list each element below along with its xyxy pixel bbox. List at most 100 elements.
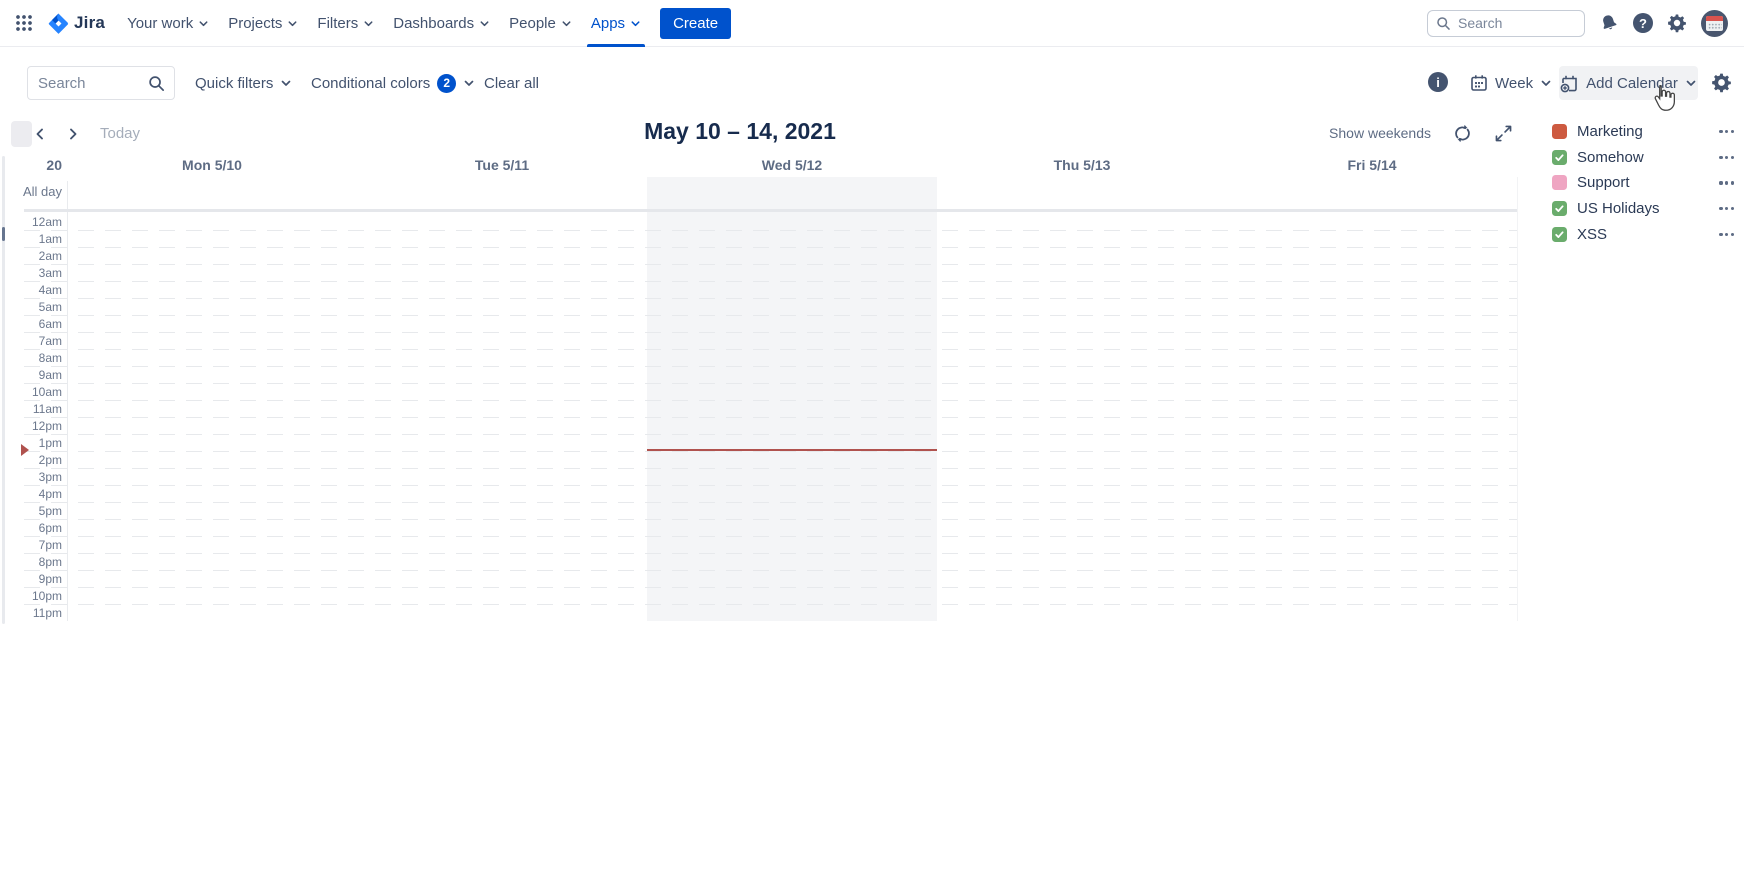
- app-switcher-icon[interactable]: [16, 15, 33, 32]
- nav-item-label: Apps: [591, 15, 625, 32]
- add-calendar-label: Add Calendar: [1586, 75, 1678, 92]
- calendar-options-ellipsis-button[interactable]: [1715, 177, 1738, 188]
- avatar-calendar-graphic: [1706, 16, 1723, 31]
- expand-fullscreen-icon[interactable]: [1493, 122, 1515, 144]
- time-label: 7pm: [0, 537, 62, 554]
- hour-grid-line: [24, 485, 1517, 486]
- notifications-bell-icon[interactable]: [1599, 13, 1619, 33]
- jira-logo[interactable]: Jira: [48, 13, 105, 34]
- calendar-name[interactable]: Support: [1577, 174, 1630, 191]
- view-selector-dropdown[interactable]: Week: [1470, 72, 1552, 94]
- time-label: 8am: [0, 350, 62, 367]
- time-label: 12am: [0, 214, 62, 231]
- time-label: 6pm: [0, 520, 62, 537]
- hour-grid-line: [24, 264, 1517, 265]
- time-label: 5pm: [0, 503, 62, 520]
- nav-item-dashboards[interactable]: Dashboards: [393, 0, 490, 47]
- day-header: Fri 5/14: [1227, 157, 1517, 173]
- conditional-colors-dropdown[interactable]: Conditional colors 2: [311, 72, 475, 94]
- hour-grid-line: [24, 468, 1517, 469]
- calendar-list-item: XSS: [1540, 221, 1744, 247]
- week-number: 20: [0, 157, 62, 173]
- add-calendar-button[interactable]: Add Calendar: [1559, 66, 1698, 100]
- calendar-name[interactable]: XSS: [1577, 226, 1607, 243]
- calendar-title: May 10 – 14, 2021: [540, 118, 940, 145]
- calendar-options-ellipsis-button[interactable]: [1715, 203, 1738, 214]
- hour-grid-line: [24, 519, 1517, 520]
- prev-week-button[interactable]: [28, 122, 52, 146]
- chevron-left-icon: [33, 127, 47, 141]
- time-label: 7am: [0, 333, 62, 350]
- chevron-down-icon: [1685, 77, 1697, 89]
- current-time-arrow-icon: [21, 444, 29, 456]
- hour-grid-line: [24, 570, 1517, 571]
- show-weekends-button[interactable]: Show weekends: [1329, 125, 1431, 141]
- nav-item-filters[interactable]: Filters: [317, 0, 374, 47]
- calendar-checkbox[interactable]: [1552, 227, 1567, 242]
- calendar-options-ellipsis-button[interactable]: [1715, 229, 1738, 240]
- time-label: 10pm: [0, 588, 62, 605]
- time-label: 1pm: [0, 435, 62, 452]
- chevron-down-icon: [198, 18, 209, 29]
- clear-all-label: Clear all: [484, 75, 539, 92]
- create-button[interactable]: Create: [660, 8, 731, 39]
- calendar-search[interactable]: [27, 66, 175, 100]
- calendar-checkbox[interactable]: [1552, 124, 1567, 139]
- calendar-settings-gear-icon[interactable]: [1711, 72, 1732, 93]
- calendar-name[interactable]: Somehow: [1577, 149, 1644, 166]
- current-time-indicator: [647, 449, 937, 451]
- calendar-checkbox[interactable]: [1552, 150, 1567, 165]
- nav-item-people[interactable]: People: [509, 0, 572, 47]
- calendar-options-ellipsis-button[interactable]: [1715, 152, 1738, 163]
- nav-item-apps[interactable]: Apps: [591, 0, 641, 47]
- calendar-options-ellipsis-button[interactable]: [1715, 126, 1738, 137]
- calendar-name[interactable]: Marketing: [1577, 123, 1643, 140]
- check-icon: [1554, 203, 1565, 214]
- hour-grid-line: [24, 451, 1517, 452]
- refresh-icon[interactable]: [1452, 122, 1474, 144]
- time-label: 6am: [0, 316, 62, 333]
- view-selector-label: Week: [1495, 75, 1533, 92]
- time-label: 9pm: [0, 571, 62, 588]
- time-label: 4am: [0, 282, 62, 299]
- top-navigation: Jira Your work Projects Filters Dashboar…: [0, 0, 1744, 47]
- time-label: 12pm: [0, 418, 62, 435]
- calendar-checkbox[interactable]: [1552, 175, 1567, 190]
- chevron-down-icon: [561, 18, 572, 29]
- calendar-list-item: Support: [1540, 170, 1744, 196]
- time-label: 1am: [0, 231, 62, 248]
- info-icon[interactable]: i: [1428, 72, 1448, 92]
- hour-grid-line: [24, 281, 1517, 282]
- time-label: 9am: [0, 367, 62, 384]
- hour-grid-line: [24, 315, 1517, 316]
- day-header: Tue 5/11: [357, 157, 647, 173]
- day-header: Mon 5/10: [67, 157, 357, 173]
- time-label: 11am: [0, 401, 62, 418]
- time-label: 11pm: [0, 605, 62, 622]
- nav-item-label: People: [509, 15, 556, 32]
- clear-all-button[interactable]: Clear all: [484, 72, 539, 94]
- hour-grid-line: [24, 604, 1517, 605]
- hour-grid-line: [24, 417, 1517, 418]
- today-button[interactable]: Today: [100, 125, 140, 142]
- grid-right-border: [1517, 177, 1518, 621]
- nav-item-label: Filters: [317, 15, 358, 32]
- chevron-down-icon: [463, 77, 475, 89]
- calendars-list: Marketing Somehow Support US Holidays XSS: [1540, 119, 1744, 247]
- quick-filters-dropdown[interactable]: Quick filters: [195, 72, 292, 94]
- hour-grid-line: [24, 553, 1517, 554]
- calendar-checkbox[interactable]: [1552, 201, 1567, 216]
- nav-item-label: Your work: [127, 15, 193, 32]
- help-icon[interactable]: ?: [1633, 13, 1653, 33]
- user-avatar[interactable]: [1701, 10, 1728, 37]
- settings-gear-icon[interactable]: [1667, 13, 1687, 33]
- time-label: 3am: [0, 265, 62, 282]
- conditional-colors-label: Conditional colors: [311, 75, 430, 92]
- nav-item-your-work[interactable]: Your work: [127, 0, 209, 47]
- next-week-button[interactable]: [61, 122, 85, 146]
- nav-item-projects[interactable]: Projects: [228, 0, 298, 47]
- jira-logo-icon: [48, 13, 69, 34]
- global-search[interactable]: [1427, 10, 1585, 37]
- search-icon: [1435, 15, 1452, 32]
- calendar-name[interactable]: US Holidays: [1577, 200, 1660, 217]
